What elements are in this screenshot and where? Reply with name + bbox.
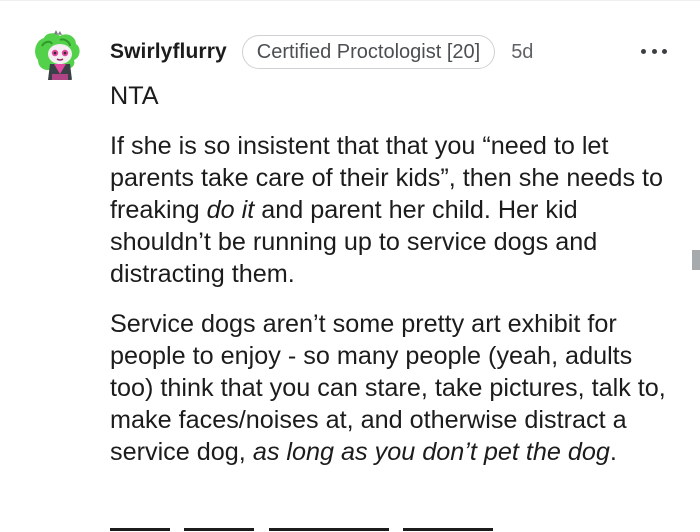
- next-paragraph-cutoff: [110, 522, 570, 532]
- more-dot: [651, 48, 657, 54]
- comment-paragraph: NTA: [110, 80, 680, 112]
- more-dot: [662, 48, 667, 54]
- scrollbar-thumb[interactable]: [692, 250, 700, 270]
- cutoff-glyphs: [184, 528, 255, 531]
- comment-body: NTA If she is so insistent that that you…: [110, 80, 680, 486]
- more-dot: [641, 48, 646, 54]
- comment-paragraph: Service dogs aren’t some pretty art exhi…: [110, 308, 680, 468]
- comment-paragraph: If she is so insistent that that you “ne…: [110, 130, 680, 290]
- user-flair-badge: Certified Proctologist [20]: [241, 35, 496, 69]
- comment-timestamp[interactable]: 5d: [511, 41, 533, 64]
- snoo-avatar-icon[interactable]: [30, 30, 84, 84]
- comment-header: Swirlyflurry Certified Proctologist [20]…: [110, 34, 533, 70]
- cutoff-glyphs: [268, 528, 389, 531]
- username[interactable]: Swirlyflurry: [110, 40, 227, 64]
- top-divider: [0, 0, 700, 1]
- text-run: NTA: [110, 82, 159, 110]
- cutoff-glyphs: [110, 528, 170, 531]
- text-run: .: [609, 438, 617, 466]
- cutoff-glyphs: [403, 528, 494, 531]
- more-horizontal-icon[interactable]: [641, 46, 667, 56]
- italic-text-run: do it: [206, 196, 255, 224]
- italic-text-run: as long as you don’t pet the dog: [252, 438, 610, 466]
